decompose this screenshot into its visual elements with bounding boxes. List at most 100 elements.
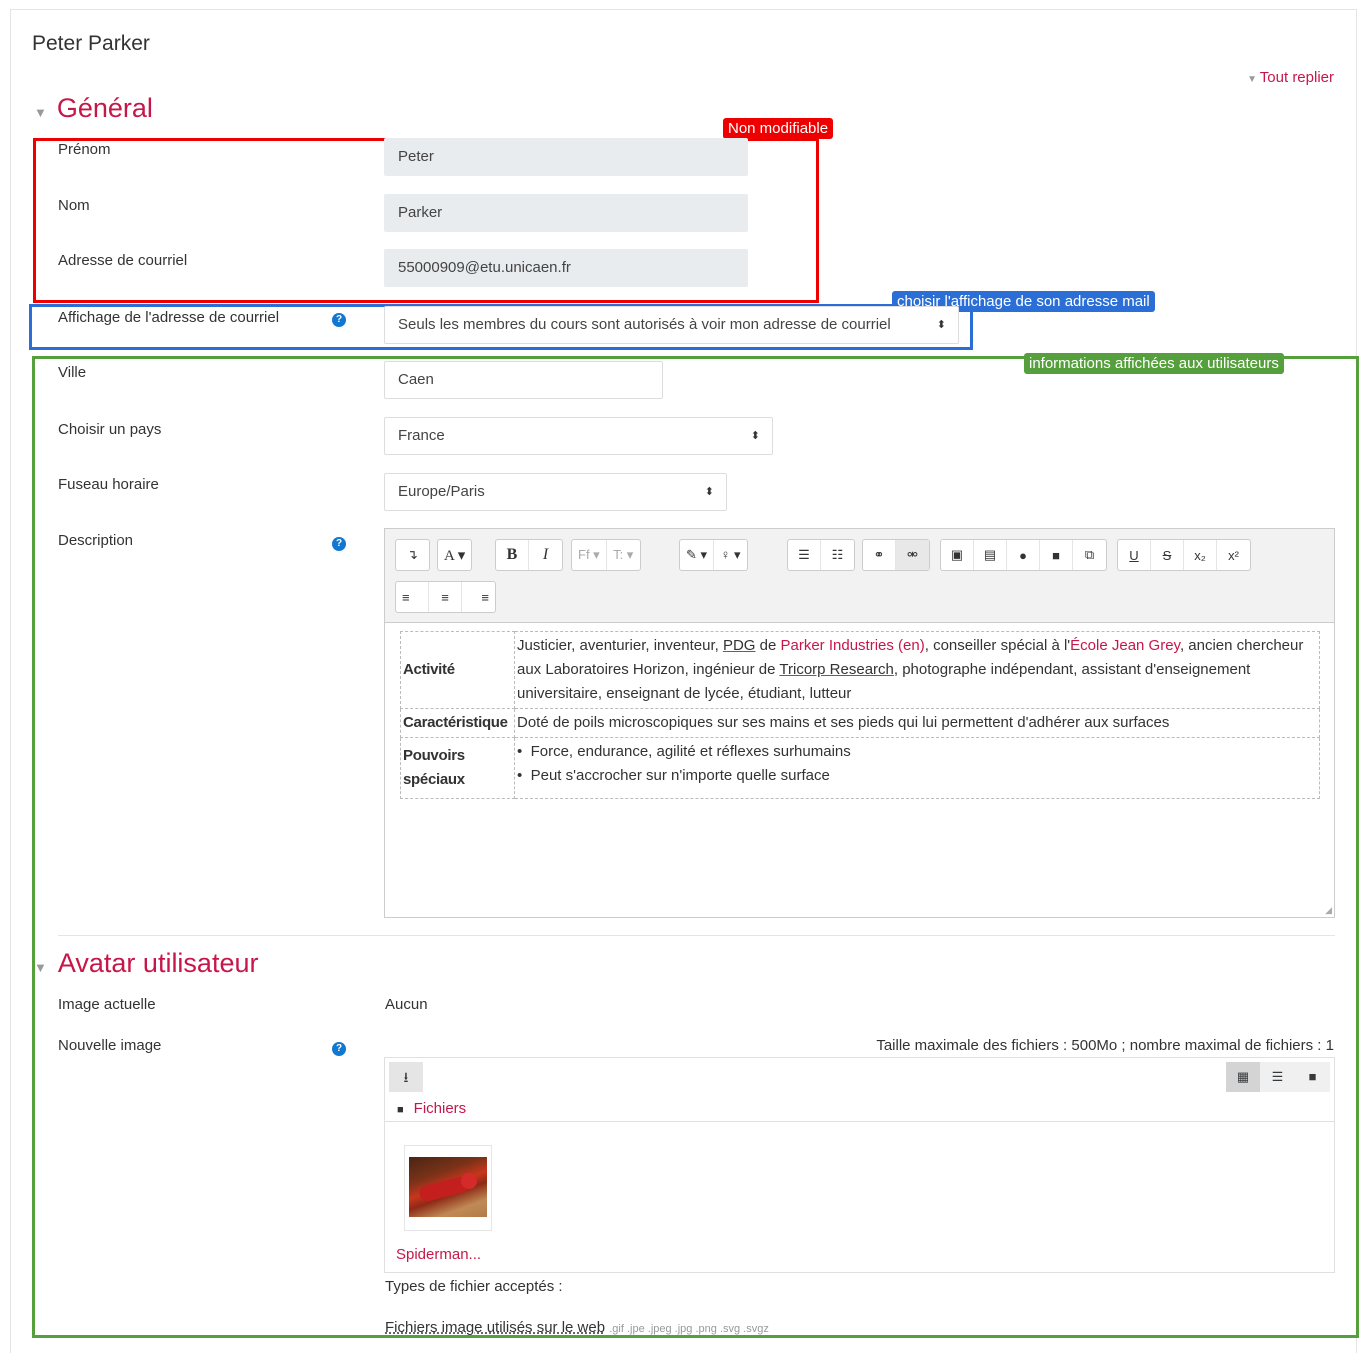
toolbar-group: ↴ xyxy=(395,539,430,571)
row-value-pouvoirs: • Force, endurance, agilité et réflexes … xyxy=(514,737,1320,799)
image-icon[interactable]: ▣ xyxy=(941,540,974,570)
font-size-icon[interactable]: T: ▾ xyxy=(607,540,640,570)
highlight-icon[interactable]: ♀ ▾ xyxy=(714,540,747,570)
description-table: Activité Justicier, aventurier, inventeu… xyxy=(400,631,1320,799)
row-value-caracteristique: Doté de poils microscopiques sur ses mai… xyxy=(514,708,1320,738)
max-file-info: Taille maximale des fichiers : 500Mo ; n… xyxy=(876,1037,1334,1054)
toolbar-group: B I xyxy=(495,539,563,571)
row-label-caracteristique: Caractéristique xyxy=(400,708,515,738)
non-modifiable-tag: Non modifiable xyxy=(723,118,834,139)
section-divider xyxy=(58,935,1335,936)
collapse-all-label: Tout replier xyxy=(1259,69,1334,86)
ecole-jean-grey-link[interactable]: École Jean Grey xyxy=(1070,637,1180,654)
prenom-field: Peter xyxy=(384,138,748,176)
unlink-icon[interactable]: ⚮ xyxy=(896,540,929,570)
extensions-list: .gif .jpe .jpeg .jpg .png .svg .svgz xyxy=(609,1323,769,1335)
pays-select[interactable]: France ⬍ xyxy=(384,417,773,455)
link-icon[interactable]: ⚭ xyxy=(863,540,896,570)
help-icon[interactable]: ? xyxy=(332,537,346,551)
description-editor[interactable]: ↴ A ▾ B I Ff ▾ T: ▾ ✎ ▾ ♀ ▾ ☰ ☷ ⚭ ⚮ ▣ ▤ … xyxy=(384,528,1335,918)
list-item: • Force, endurance, agilité et réflexes … xyxy=(517,743,851,760)
bold-icon[interactable]: B xyxy=(496,540,529,570)
pays-value: France xyxy=(398,427,445,444)
video-icon[interactable]: ■ xyxy=(1040,540,1073,570)
align-right-icon[interactable]: ≡ xyxy=(462,582,495,612)
text-span: de xyxy=(755,637,781,654)
ordered-list-icon[interactable]: ☷ xyxy=(821,540,854,570)
underline-icon[interactable]: U xyxy=(1118,540,1151,570)
font-family-icon[interactable]: Ff ▾ xyxy=(572,540,607,570)
text-color-icon[interactable]: ✎ ▾ xyxy=(680,540,715,570)
fuseau-value: Europe/Paris xyxy=(398,483,485,500)
folder-view-icon[interactable]: ■ xyxy=(1295,1062,1330,1092)
help-icon[interactable]: ? xyxy=(332,1042,346,1056)
show-more-icon[interactable]: ↴ xyxy=(396,540,429,570)
email-display-select[interactable]: Seuls les membres du cours sont autorisé… xyxy=(384,306,959,344)
page-title: Peter Parker xyxy=(32,32,150,55)
toolbar-group: Ff ▾ T: ▾ xyxy=(571,539,641,571)
row-value-activite: Justicier, aventurier, inventeur, PDG de… xyxy=(514,631,1320,709)
file-name-link[interactable]: Spiderman... xyxy=(396,1246,481,1263)
unordered-list-icon[interactable]: ☰ xyxy=(788,540,821,570)
toolbar-group: ✎ ▾ ♀ ▾ xyxy=(679,539,749,571)
email-field: 55000909@etu.unicaen.fr xyxy=(384,249,748,287)
select-arrows-icon: ⬍ xyxy=(704,486,714,498)
toolbar-group: U S x₂ x² xyxy=(1117,539,1251,571)
align-center-icon[interactable]: ≡ xyxy=(429,582,462,612)
view-switcher: ▦ ☰ ■ xyxy=(1226,1062,1330,1092)
ville-label: Ville xyxy=(58,364,87,381)
email-display-label: Affichage de l'adresse de courriel xyxy=(58,309,280,326)
file-thumbnail[interactable] xyxy=(404,1145,492,1231)
toolbar-group: ☰ ☷ xyxy=(787,539,855,571)
section-general-header[interactable]: ▼ Général xyxy=(34,93,153,124)
web-images-label: Fichiers image utilisés sur le web xyxy=(385,1319,606,1336)
toolbar-group: A ▾ xyxy=(437,539,473,571)
microphone-icon[interactable]: ● xyxy=(1007,540,1040,570)
editor-toolbar: ↴ A ▾ B I Ff ▾ T: ▾ ✎ ▾ ♀ ▾ ☰ ☷ ⚭ ⚮ ▣ ▤ … xyxy=(385,529,1334,623)
toolbar-group: ≡ ≡ ≡ xyxy=(395,581,496,613)
row-label-activite: Activité xyxy=(400,631,515,709)
nom-label: Nom xyxy=(58,197,90,214)
download-icon[interactable]: ⭳ xyxy=(389,1062,423,1092)
nom-field: Parker xyxy=(384,194,748,232)
list-item-text: Peut s'accrocher sur n'importe quelle su… xyxy=(530,767,830,784)
fuseau-select[interactable]: Europe/Paris ⬍ xyxy=(384,473,727,511)
text-size-icon[interactable]: A ▾ xyxy=(438,540,471,570)
email-display-value: Seuls les membres du cours sont autorisé… xyxy=(398,316,891,333)
fuseau-label: Fuseau horaire xyxy=(58,476,159,493)
folder-breadcrumb[interactable]: ■ Fichiers xyxy=(397,1100,466,1117)
ville-input[interactable]: Caen xyxy=(384,361,663,399)
section-general-title: Général xyxy=(56,93,153,123)
collapse-all-link[interactable]: ▼ Tout replier xyxy=(1247,69,1334,86)
italic-icon[interactable]: I xyxy=(529,540,562,570)
table-row: Pouvoirs spéciaux • Force, endurance, ag… xyxy=(400,737,1320,799)
accepted-types-line: Fichiers image utilisés sur le web .gif … xyxy=(385,1319,769,1336)
new-image-label: Nouvelle image xyxy=(58,1037,162,1054)
file-picker-toolbar: ⭳ ▦ ☰ ■ ■ Fichiers xyxy=(385,1058,1334,1122)
section-avatar-title: Avatar utilisateur xyxy=(57,948,259,978)
align-left-icon[interactable]: ≡ xyxy=(396,582,429,612)
list-item-text: Force, endurance, agilité et réflexes su… xyxy=(530,743,851,760)
current-image-value: Aucun xyxy=(385,996,428,1013)
resize-handle-icon[interactable]: ◢ xyxy=(1325,905,1332,916)
select-arrows-icon: ⬍ xyxy=(936,319,946,331)
folder-label: Fichiers xyxy=(413,1100,467,1117)
description-label: Description xyxy=(58,532,134,549)
email-label: Adresse de courriel xyxy=(58,252,188,269)
pays-label: Choisir un pays xyxy=(58,421,162,438)
help-icon[interactable]: ? xyxy=(332,313,346,327)
media-icon[interactable]: ▤ xyxy=(974,540,1007,570)
prenom-label: Prénom xyxy=(58,141,111,158)
manage-files-icon[interactable]: ⧉ xyxy=(1073,540,1106,570)
parker-industries-link[interactable]: Parker Industries (en) xyxy=(781,637,925,654)
subscript-icon[interactable]: x₂ xyxy=(1184,540,1217,570)
caret-down-icon: ▼ xyxy=(34,105,47,120)
section-avatar-header[interactable]: ▼ Avatar utilisateur xyxy=(34,948,258,979)
editor-content[interactable]: Activité Justicier, aventurier, inventeu… xyxy=(400,631,1320,799)
grid-view-icon[interactable]: ▦ xyxy=(1226,1062,1260,1092)
superscript-icon[interactable]: x² xyxy=(1217,540,1250,570)
caret-down-icon: ▼ xyxy=(1247,74,1260,85)
file-picker: ⭳ ▦ ☰ ■ ■ Fichiers Spiderman... xyxy=(384,1057,1335,1273)
list-view-icon[interactable]: ☰ xyxy=(1260,1062,1295,1092)
strikethrough-icon[interactable]: S xyxy=(1151,540,1184,570)
